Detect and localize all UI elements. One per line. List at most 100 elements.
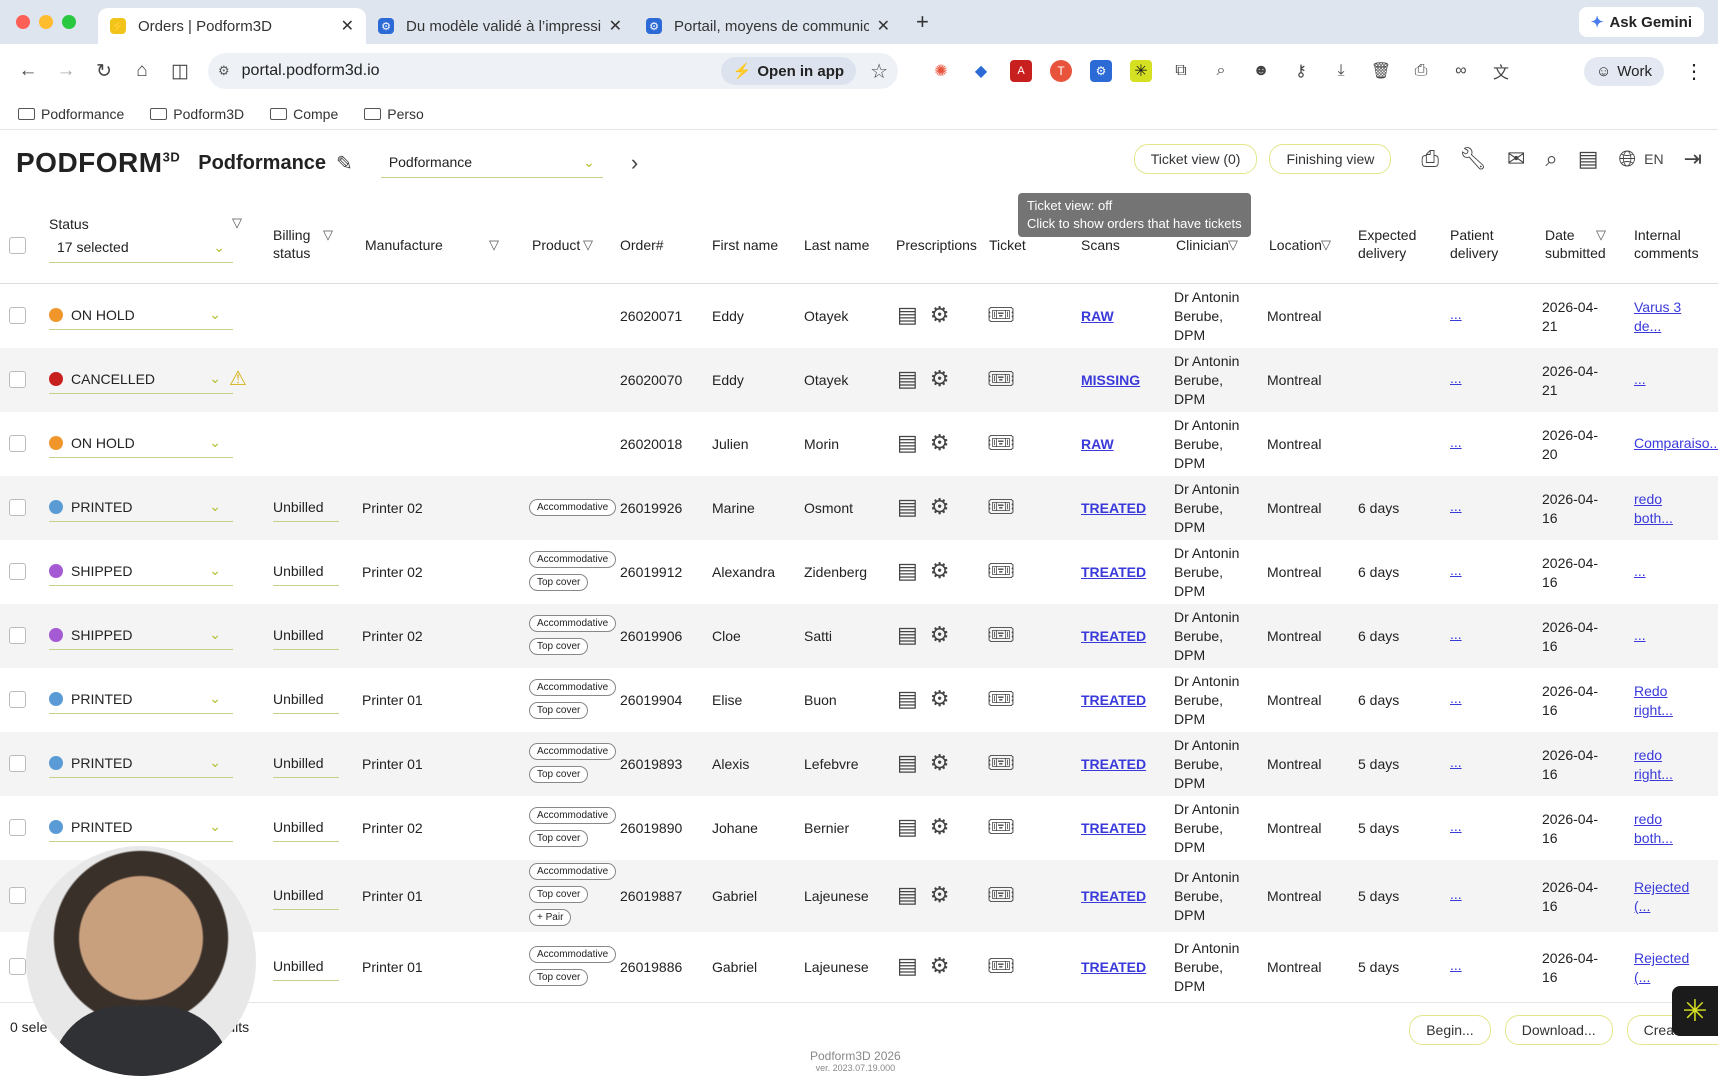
extension-burst-icon[interactable]: ✺ [930,60,952,82]
status-select[interactable]: SHIPPED ⌄ [49,556,233,586]
prescription-document-icon[interactable]: ▤ [897,430,918,456]
settings-gear-icon[interactable]: ⚙ [930,430,950,456]
ticket-icon[interactable]: 🎟︎ [987,558,1015,584]
patient-delivery-link[interactable]: ... [1450,818,1462,834]
billing-status-select[interactable]: Unbilled [273,627,339,650]
open-in-app-button[interactable]: ⚡ Open in app [720,57,857,85]
printer-icon[interactable]: ⎙ [1421,146,1439,172]
scan-status-link[interactable]: TREATED [1081,692,1146,708]
internal-comment-link[interactable]: ... [1634,626,1646,645]
extension-diamond-icon[interactable]: ◆ [970,60,992,82]
edit-pencil-icon[interactable]: ✎ [336,151,353,176]
download-button[interactable]: Download... [1504,1015,1613,1045]
ticket-icon[interactable]: 🎟︎ [987,622,1015,648]
settings-gear-icon[interactable]: ⚙ [930,686,950,712]
patient-delivery-link[interactable]: ... [1450,370,1462,386]
prescription-document-icon[interactable]: ▤ [897,622,918,648]
bookmark-folder[interactable]: Compe [270,106,338,122]
status-filter-icon[interactable]: ▽ [232,214,242,232]
profile-button[interactable]: ☺ Work [1583,56,1664,86]
close-window-icon[interactable] [16,15,30,29]
internal-comment-link[interactable]: Redo right... [1634,682,1673,720]
select-all-checkbox[interactable] [9,237,26,254]
scan-status-link[interactable]: TREATED [1081,756,1146,772]
screenshot-icon[interactable]: ⌕ [1210,60,1232,82]
prescription-document-icon[interactable]: ▤ [897,686,918,712]
ticket-icon[interactable]: 🎟︎ [987,686,1015,712]
internal-comment-link[interactable]: redo both... [1634,810,1673,848]
extension-podform-icon[interactable]: ✳ [1130,60,1152,82]
bookmark-folder[interactable]: Podformance [18,106,124,122]
link-icon[interactable]: ∞ [1450,60,1472,82]
ticket-icon[interactable]: 🎟︎ [987,814,1015,840]
bookmark-folder[interactable]: Perso [364,106,424,122]
row-checkbox[interactable] [9,691,26,708]
settings-gear-icon[interactable]: ⚙ [930,366,950,392]
billing-status-select[interactable]: Unbilled [273,958,339,981]
search-icon[interactable]: ⌕ [1545,146,1557,172]
status-select[interactable]: PRINTED ⌄ [49,812,233,842]
billing-status-select[interactable]: Unbilled [273,691,339,714]
scan-status-link[interactable]: TREATED [1081,959,1146,975]
table-row[interactable]: SHIPPED ⌄ Unbilled Printer 02 Accommodative T… [0,540,1718,604]
ticket-view-button[interactable]: Ticket view (0) [1133,144,1258,174]
forward-arrow-icon[interactable]: → [52,60,80,82]
product-filter-icon[interactable]: ▽ [583,236,593,254]
globe-icon[interactable]: 🌐︎ [1619,146,1637,172]
settings-gear-icon[interactable]: ⚙ [930,558,950,584]
billing-status-select[interactable]: Unbilled [273,755,339,778]
browser-tab[interactable]: ⚙ Portail, moyens de communic ✕ [634,8,902,44]
status-select[interactable]: PRINTED ⌄ [49,748,233,778]
ticket-icon[interactable]: 🎟︎ [987,953,1015,979]
extensions-puzzle-icon[interactable]: ⧉ [1170,60,1192,82]
close-tab-icon[interactable]: ✕ [877,16,890,36]
row-checkbox[interactable] [9,435,26,452]
status-select[interactable]: PRINTED ⌄ [49,684,233,714]
prescription-document-icon[interactable]: ▤ [897,953,918,979]
billing-status-select[interactable]: Unbilled [273,563,339,586]
patient-delivery-link[interactable]: ... [1450,562,1462,578]
company-select[interactable]: Podformance ⌄ [380,148,603,178]
manufacture-filter-icon[interactable]: ▽ [489,236,499,254]
scan-status-link[interactable]: TREATED [1081,888,1146,904]
status-select[interactable]: PRINTED ⌄ [49,492,233,522]
row-checkbox[interactable] [9,371,26,388]
internal-comment-link[interactable]: redo both... [1634,490,1673,528]
settings-gear-icon[interactable]: ⚙ [930,494,950,520]
status-select[interactable]: ON HOLD ⌄ [49,300,233,330]
browser-tab[interactable]: ⚡ Orders | Podform3D ✕ [98,8,366,44]
billing-filter-icon[interactable]: ▽ [323,226,333,244]
prescription-document-icon[interactable]: ▤ [897,558,918,584]
billing-status-select[interactable]: Unbilled [273,499,339,522]
billing-status-select[interactable]: Unbilled [273,819,339,842]
ticket-icon[interactable]: 🎟︎ [987,750,1015,776]
row-checkbox[interactable] [9,755,26,772]
prescription-document-icon[interactable]: ▤ [897,882,918,908]
prescription-document-icon[interactable]: ▤ [897,494,918,520]
table-row[interactable]: PRINTED ⌄ Unbilled Printer 01 Accommodative T… [0,732,1718,796]
row-checkbox[interactable] [9,819,26,836]
scan-status-link[interactable]: MISSING [1081,372,1140,388]
ticket-icon[interactable]: 🎟︎ [987,430,1015,456]
row-checkbox[interactable] [9,499,26,516]
close-tab-icon[interactable]: ✕ [609,16,622,36]
home-icon[interactable]: ⌂ [128,60,156,82]
document-icon[interactable]: ▤ [1578,146,1599,172]
ticket-icon[interactable]: 🎟︎ [987,494,1015,520]
prescription-document-icon[interactable]: ▤ [897,302,918,328]
download-icon[interactable]: ⤓ [1330,60,1352,82]
table-row[interactable]: CANCELLED ⌄ ⚠ 26020070 Eddy Otayek ▤ ⚙ 🎟︎ MISSING… [0,348,1718,412]
scan-status-link[interactable]: TREATED [1081,500,1146,516]
table-row[interactable]: PRINTED ⌄ Unbilled Printer 01 Accommodative T… [0,668,1718,732]
trash-icon[interactable]: 🗑 [1370,60,1392,82]
patient-delivery-link[interactable]: ... [1450,626,1462,642]
patient-delivery-link[interactable]: ... [1450,434,1462,450]
print-icon[interactable]: ⎙ [1410,60,1432,82]
status-select[interactable]: ON HOLD ⌄ [49,428,233,458]
begin-button[interactable]: Begin... [1409,1015,1491,1045]
ticket-icon[interactable]: 🎟︎ [987,882,1015,908]
location-filter-icon[interactable]: ▽ [1321,236,1331,254]
ask-gemini-button[interactable]: ✦ Ask Gemini [1578,7,1704,37]
translate-icon[interactable]: 文 [1490,60,1512,82]
scan-status-link[interactable]: TREATED [1081,628,1146,644]
